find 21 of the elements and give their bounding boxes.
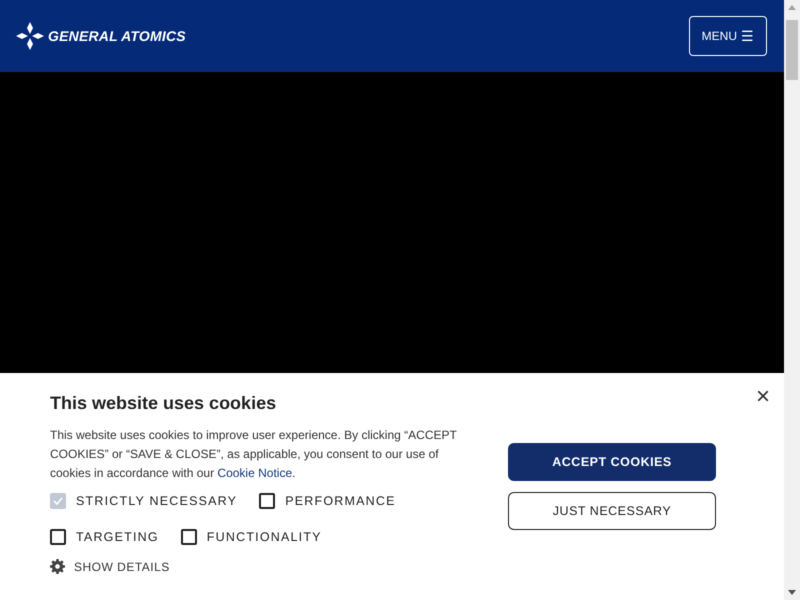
checkbox-label: FUNCTIONALITY — [206, 530, 322, 544]
checkbox[interactable] — [180, 529, 197, 545]
cookie-text: This website uses cookies to improve user experience. By clicking “ACCEPT COOKIES” or “SAVE & CLOSE”, as applicable, you consent to our use of cookies in accordance with our Cookie Notice. — [50, 427, 458, 482]
logo-icon — [16, 22, 44, 50]
show-details-link[interactable]: SHOW DETAILS — [74, 560, 170, 574]
banner-title: This website uses cookies — [50, 393, 278, 414]
logo-text[interactable]: GENERAL ATOMICS — [48, 28, 186, 44]
cookie-notice-link[interactable]: Cookie Notice — [217, 466, 292, 480]
menu-button[interactable]: MENU ☰ — [688, 16, 767, 56]
checkbox[interactable] — [50, 529, 66, 545]
checkbox-label: STRICTLY NECESSARY — [76, 494, 238, 508]
checkbox-label: PERFORMANCE — [285, 494, 396, 508]
just-necessary-button[interactable]: JUST NECESSARY — [508, 492, 716, 530]
checkbox-label: TARGETING — [76, 530, 159, 544]
settings-icon[interactable] — [50, 559, 65, 574]
check-icon — [52, 495, 64, 507]
scroll-down-icon[interactable] — [788, 590, 796, 595]
checkbox[interactable] — [259, 493, 276, 509]
close-button[interactable]: × — [756, 385, 770, 409]
scrollbar-thumb[interactable] — [786, 20, 798, 80]
accept-cookies-button[interactable]: ACCEPT COOKIES — [508, 443, 716, 481]
